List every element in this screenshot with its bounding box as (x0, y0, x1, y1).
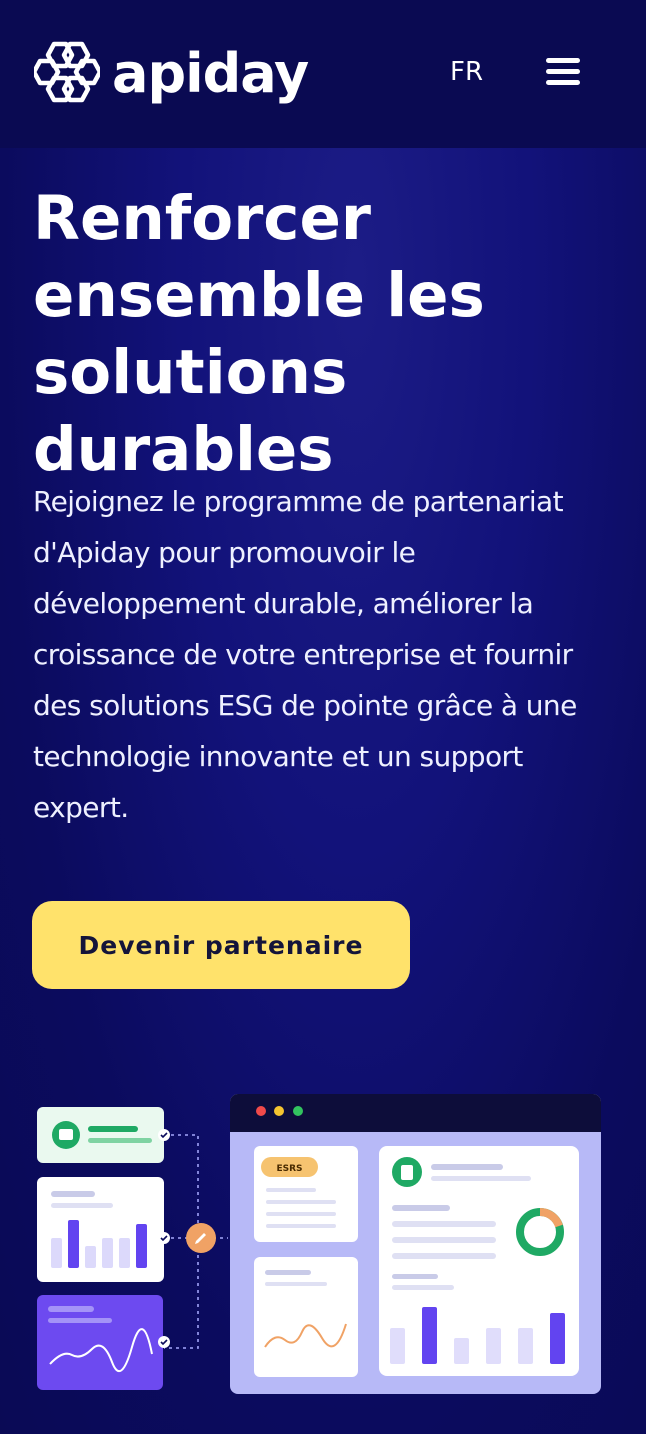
title-line-1: Renforcer (33, 183, 371, 254)
dashboard-illustration: ESRS (37, 1094, 601, 1394)
bar-chart-card (37, 1177, 164, 1282)
hexagon-logo-icon (34, 41, 100, 103)
apiday-logo[interactable]: apiday (34, 40, 309, 108)
folder-card (37, 1107, 164, 1163)
language-switcher[interactable]: FR (450, 57, 483, 87)
hero-description: Rejoignez le programme de partenariat d'… (33, 485, 577, 824)
line-chart-card (37, 1295, 163, 1390)
title-highlight: ensemble (31, 257, 367, 334)
site-header: apiday FR (0, 0, 646, 148)
trend-card (254, 1257, 358, 1377)
esrs-badge: ESRS (276, 1164, 302, 1174)
esrs-card: ESRS (254, 1146, 358, 1242)
report-card (379, 1146, 579, 1376)
hero-title: Renforcer ensemble les solutions durables (31, 180, 633, 488)
logo-wordmark: apiday (112, 42, 309, 105)
title-line-3: solutions durables (33, 337, 348, 485)
workflow-connector (158, 1129, 228, 1349)
become-partner-button[interactable]: Devenir partenaire (32, 901, 410, 989)
title-line-2-rest: les (365, 260, 485, 331)
hamburger-menu-icon[interactable] (546, 58, 580, 86)
